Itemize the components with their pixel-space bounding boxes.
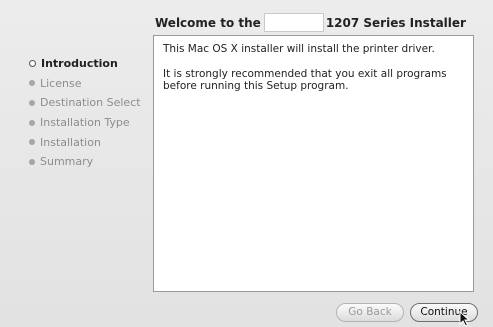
go-back-button[interactable]: Go Back — [336, 303, 404, 322]
step-bullet-icon — [29, 80, 35, 87]
sidebar-item-destination-select: Destination Select — [29, 93, 153, 113]
step-bullet-icon — [29, 99, 35, 106]
sidebar-item-label: License — [40, 76, 82, 90]
sidebar-item-label: Installation Type — [40, 116, 130, 130]
title-suffix: 1207 Series Installer — [325, 15, 466, 30]
step-bullet-icon — [29, 119, 35, 126]
recommendation-paragraph: It is strongly recommended that you exit… — [163, 67, 447, 93]
sidebar-item-installation: Installation — [29, 132, 153, 152]
step-bullet-icon — [29, 158, 35, 165]
sidebar-item-label: Installation — [40, 135, 101, 149]
intro-paragraph: This Mac OS X installer will install the… — [163, 43, 435, 55]
title-prefix: Welcome to the — [155, 15, 261, 30]
installer-window: Welcome to the 1207 Series Installer Int… — [0, 0, 493, 327]
step-bullet-icon — [29, 139, 35, 146]
mouse-pointer-icon — [459, 311, 471, 327]
current-step-icon — [29, 60, 36, 68]
installer-steps-sidebar: Introduction License Destination Select … — [29, 54, 153, 172]
sidebar-item-license: License — [29, 74, 153, 94]
content-pane: This Mac OS X installer will install the… — [153, 35, 474, 292]
sidebar-item-summary: Summary — [29, 152, 153, 172]
sidebar-item-installation-type: Installation Type — [29, 113, 153, 133]
sidebar-item-introduction: Introduction — [29, 54, 153, 74]
redacted-model-name — [263, 13, 324, 32]
sidebar-item-label: Summary — [40, 155, 94, 169]
installer-title: Welcome to the 1207 Series Installer — [155, 13, 466, 32]
sidebar-item-label: Introduction — [41, 57, 118, 71]
sidebar-item-label: Destination Select — [40, 96, 141, 110]
